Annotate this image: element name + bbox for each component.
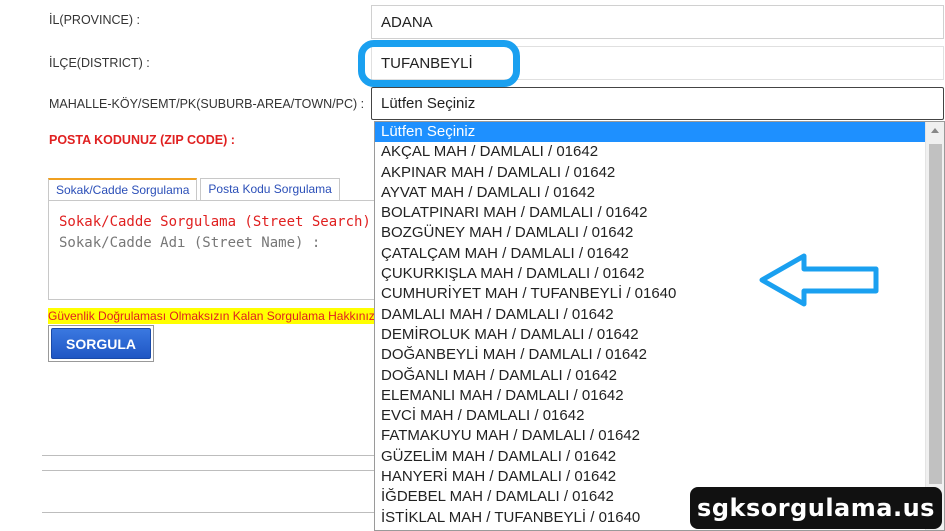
dropdown-option-selected[interactable]: Lütfen Seçiniz (375, 122, 925, 143)
site-watermark: sgksorgulama.us (690, 487, 942, 529)
dropdown-option[interactable]: DOĞANLI MAH / DAMLALI / 01642 (375, 366, 925, 386)
dropdown-option[interactable]: AYVAT MAH / DAMLALI / 01642 (375, 183, 925, 203)
dropdown-option[interactable]: HANYERİ MAH / DAMLALI / 01642 (375, 467, 925, 487)
dropdown-option[interactable]: BOLATPINARI MAH / DAMLALI / 01642 (375, 203, 925, 223)
province-select[interactable]: ADANA (371, 5, 944, 39)
suburb-label: MAHALLE-KÖY/SEMT/PK(SUBURB-AREA/TOWN/PC)… (49, 97, 365, 111)
search-tabs: Sokak/Cadde Sorgulama Posta Kodu Sorgula… (48, 178, 343, 200)
left-arrow-icon (759, 253, 879, 307)
district-label: İLÇE(DISTRICT) : (49, 56, 150, 70)
security-warning: Güvenlik Doğrulaması Olmaksızın Kalan So… (48, 308, 378, 324)
divider (42, 455, 374, 456)
divider (42, 470, 374, 471)
dropdown-scrollbar[interactable] (925, 122, 944, 530)
query-button[interactable]: SORGULA (51, 328, 151, 359)
district-highlight-ring (358, 40, 520, 87)
dropdown-option[interactable]: GÜZELİM MAH / DAMLALI / 01642 (375, 447, 925, 467)
dropdown-option[interactable]: FATMAKUYU MAH / DAMLALI / 01642 (375, 426, 925, 446)
query-button-frame: SORGULA (48, 325, 154, 362)
tab-street-search[interactable]: Sokak/Cadde Sorgulama (48, 178, 198, 200)
street-search-panel: Sokak/Cadde Sorgulama (Street Search) So… (48, 200, 378, 300)
dropdown-option[interactable]: ELEMANLI MAH / DAMLALI / 01642 (375, 386, 925, 406)
dropdown-option[interactable]: BOZGÜNEY MAH / DAMLALI / 01642 (375, 223, 925, 243)
dropdown-option[interactable]: DOĞANBEYLİ MAH / DAMLALI / 01642 (375, 345, 925, 365)
scroll-up-icon[interactable] (931, 128, 939, 133)
dropdown-option[interactable]: AKPINAR MAH / DAMLALI / 01642 (375, 163, 925, 183)
dropdown-option[interactable]: EVCİ MAH / DAMLALI / 01642 (375, 406, 925, 426)
street-name-label: Sokak/Cadde Adı (Street Name) : (59, 235, 321, 251)
dropdown-option[interactable]: AKÇAL MAH / DAMLALI / 01642 (375, 142, 925, 162)
dropdown-option[interactable]: DEMİROLUK MAH / DAMLALI / 01642 (375, 325, 925, 345)
zip-code-label: POSTA KODUNUZ (ZIP CODE) : (49, 133, 235, 147)
scrollbar-thumb[interactable] (929, 144, 942, 484)
province-label: İL(PROVINCE) : (49, 13, 140, 27)
suburb-select[interactable]: Lütfen Seçiniz (371, 87, 944, 120)
panel-title: Sokak/Cadde Sorgulama (Street Search) (59, 214, 371, 230)
tab-postcode-search[interactable]: Posta Kodu Sorgulama (200, 178, 340, 200)
divider (42, 512, 374, 513)
suburb-dropdown-list[interactable]: Lütfen Seçiniz AKÇAL MAH / DAMLALI / 0164… (374, 121, 945, 531)
